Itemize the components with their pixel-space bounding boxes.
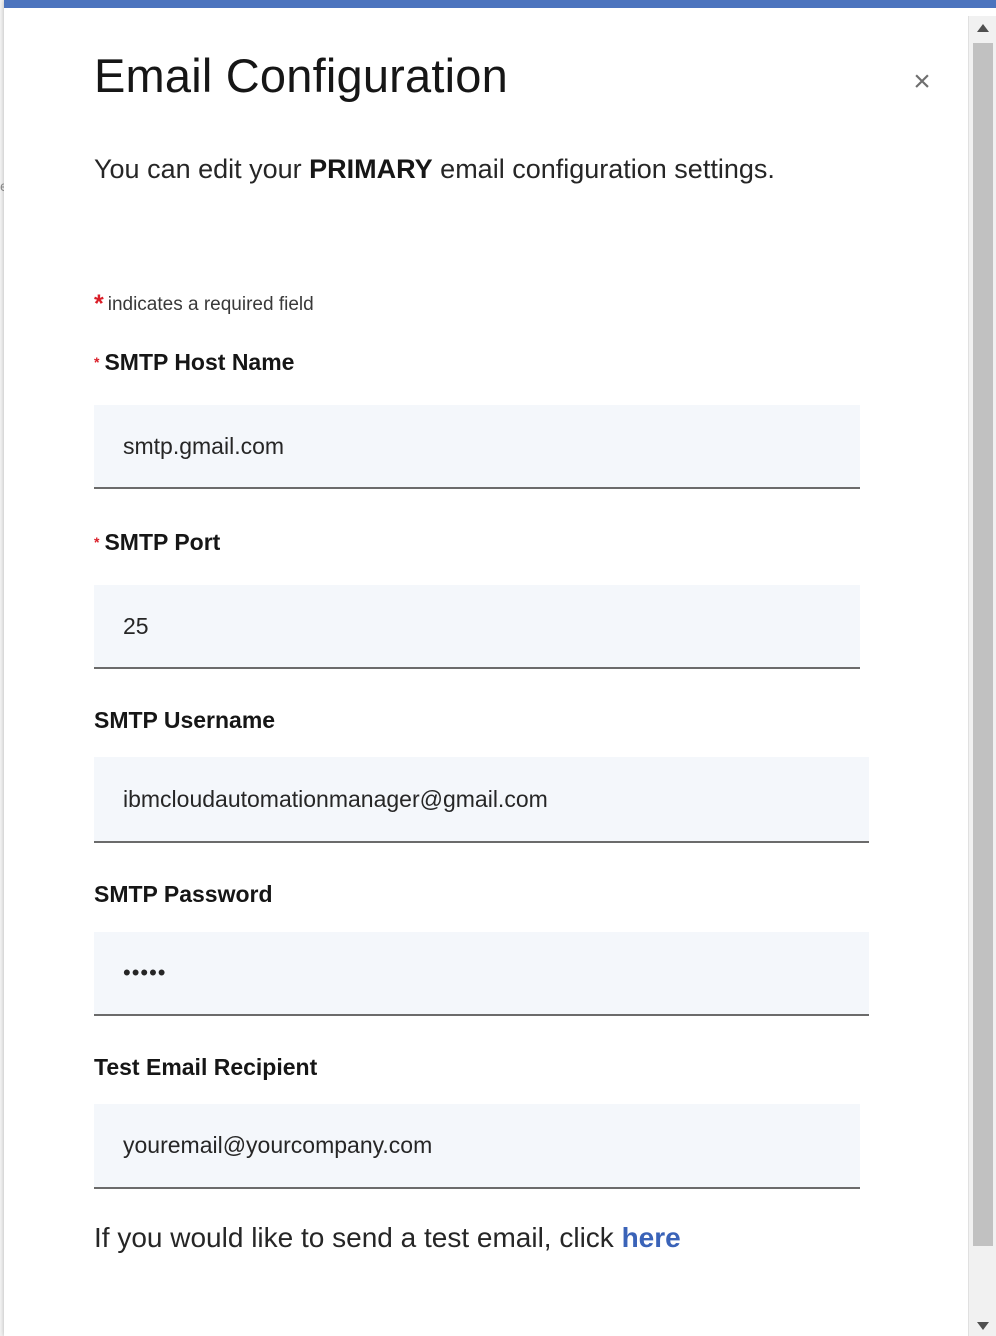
test-email-recipient-field xyxy=(94,1104,860,1189)
subtitle-text-start: You can edit your xyxy=(94,154,310,184)
smtp-port-label: * SMTP Port xyxy=(94,529,220,556)
smtp-port-input[interactable] xyxy=(94,585,860,667)
smtp-password-field xyxy=(94,932,869,1016)
smtp-host-input[interactable] xyxy=(94,405,860,487)
test-email-recipient-label: Test Email Recipient xyxy=(94,1054,318,1080)
smtp-port-field xyxy=(94,585,860,669)
required-asterisk: * xyxy=(94,290,104,318)
required-asterisk: * xyxy=(94,354,100,370)
smtp-password-input[interactable] xyxy=(94,932,869,1014)
smtp-username-input[interactable] xyxy=(94,757,869,841)
chevron-down-icon[interactable] xyxy=(977,1322,989,1330)
test-email-instruction: If you would like to send a test email, … xyxy=(94,1222,681,1254)
smtp-host-label-text: SMTP Host Name xyxy=(104,349,295,375)
subtitle-text-end: email configuration settings. xyxy=(432,154,775,184)
smtp-username-field xyxy=(94,757,869,843)
smtp-username-label: SMTP Username xyxy=(94,707,276,733)
required-field-note: * indicates a required field xyxy=(94,290,314,319)
required-note-text: indicates a required field xyxy=(107,294,314,315)
modal-subtitle: You can edit your PRIMARY email configur… xyxy=(94,154,775,185)
test-email-instruction-text: If you would like to send a test email, … xyxy=(94,1222,622,1253)
vertical-scrollbar[interactable] xyxy=(968,16,996,1336)
subtitle-emphasis: PRIMARY xyxy=(309,154,433,184)
smtp-port-label-text: SMTP Port xyxy=(104,529,221,555)
scrollbar-thumb[interactable] xyxy=(973,43,993,1246)
chevron-up-icon[interactable] xyxy=(977,24,989,32)
required-asterisk: * xyxy=(94,534,100,550)
smtp-password-label: SMTP Password xyxy=(94,881,273,907)
email-configuration-modal: Email Configuration × You can edit your … xyxy=(4,0,996,1336)
close-icon[interactable]: × xyxy=(902,62,942,102)
smtp-host-label: * SMTP Host Name xyxy=(94,349,294,376)
smtp-host-field xyxy=(94,405,860,489)
send-test-email-link[interactable]: here xyxy=(622,1222,681,1253)
test-email-recipient-input[interactable] xyxy=(94,1104,860,1187)
modal-title: Email Configuration xyxy=(94,49,508,102)
